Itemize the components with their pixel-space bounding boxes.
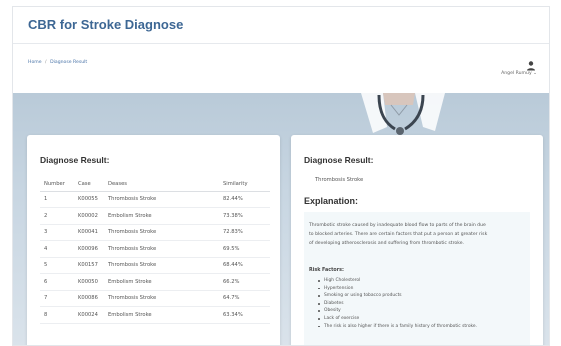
column-header-deases: Deases bbox=[104, 177, 219, 192]
list-item: Lack of exercise bbox=[318, 315, 477, 323]
app-window: CBR for Stroke Diagnose Home / Diagnose … bbox=[12, 6, 550, 346]
cell-similarity: 82.44% bbox=[219, 191, 270, 208]
similar-cases-card: Diagnose Result: Number Case Deases Simi… bbox=[27, 135, 280, 345]
column-header-number: Number bbox=[40, 177, 74, 192]
cell-disease: Thrombosis Stroke bbox=[104, 224, 219, 241]
list-item: Obesity bbox=[318, 307, 477, 315]
cell-case: K00002 bbox=[74, 207, 104, 225]
diagnosis-title: Diagnose Result: bbox=[304, 155, 374, 165]
cell-disease: Thrombosis Stroke bbox=[104, 240, 219, 258]
table-header-row: Number Case Deases Similarity bbox=[40, 177, 270, 192]
table-row: 1 K00055 Thrombosis Stroke 82.44% bbox=[40, 191, 270, 208]
table-row: 5 K00157 Thrombosis Stroke 68.44% bbox=[40, 257, 270, 274]
cell-number: 3 bbox=[40, 224, 74, 241]
list-item: High Cholesterol bbox=[318, 277, 477, 285]
cell-number: 4 bbox=[40, 240, 74, 258]
results-title: Diagnose Result: bbox=[40, 155, 110, 165]
list-item: Smoking or using tobacco products bbox=[318, 292, 477, 300]
cell-disease: Embolism Stroke bbox=[104, 207, 219, 225]
cell-case: K00024 bbox=[74, 306, 104, 324]
cell-case: K00157 bbox=[74, 257, 104, 274]
cell-number: 2 bbox=[40, 207, 74, 225]
cell-similarity: 63.34% bbox=[219, 306, 270, 324]
breadcrumb-home-link[interactable]: Home bbox=[28, 60, 42, 65]
table-row: 8 K00024 Embolism Stroke 63.34% bbox=[40, 306, 270, 324]
header-divider bbox=[13, 43, 549, 44]
list-item: Diabetes bbox=[318, 300, 477, 308]
cell-disease: Thrombosis Stroke bbox=[104, 191, 219, 208]
column-header-similarity: Similarity bbox=[219, 177, 270, 192]
cell-case: K00041 bbox=[74, 224, 104, 241]
breadcrumb-current: Diagnose Result bbox=[50, 60, 88, 65]
cell-disease: Thrombosis Stroke bbox=[104, 290, 219, 307]
cell-disease: Embolism Stroke bbox=[104, 306, 219, 324]
risk-factors-list: High Cholesterol Hypertension Smoking or… bbox=[318, 277, 477, 330]
cell-disease: Embolism Stroke bbox=[104, 273, 219, 291]
cell-number: 8 bbox=[40, 306, 74, 324]
cell-similarity: 69.5% bbox=[219, 240, 270, 258]
table-row: 4 K00096 Thrombosis Stroke 69.5% bbox=[40, 240, 270, 258]
cell-similarity: 72.83% bbox=[219, 224, 270, 241]
table-row: 3 K00041 Thrombosis Stroke 72.83% bbox=[40, 224, 270, 241]
cell-case: K00086 bbox=[74, 290, 104, 307]
app-title: CBR for Stroke Diagnose bbox=[28, 17, 184, 32]
cell-number: 5 bbox=[40, 257, 74, 274]
cell-case: K00050 bbox=[74, 273, 104, 291]
risk-factors-title: Risk Factors: bbox=[309, 268, 344, 273]
user-menu[interactable]: Angel Rumuy ⌄ bbox=[501, 57, 537, 76]
list-item: Hypertension bbox=[318, 285, 477, 293]
table-row: 2 K00002 Embolism Stroke 73.38% bbox=[40, 207, 270, 225]
cell-number: 7 bbox=[40, 290, 74, 307]
explanation-panel: Thrombotic stroke caused by inadequate b… bbox=[304, 212, 530, 345]
cell-disease: Thrombosis Stroke bbox=[104, 257, 219, 274]
breadcrumb: Home / Diagnose Result bbox=[28, 60, 87, 65]
user-icon bbox=[525, 57, 537, 71]
cell-similarity: 64.7% bbox=[219, 290, 270, 307]
table-row: 7 K00086 Thrombosis Stroke 64.7% bbox=[40, 290, 270, 307]
list-item: The risk is also higher if there is a fa… bbox=[318, 323, 477, 331]
cell-similarity: 73.38% bbox=[219, 207, 270, 225]
explanation-title: Explanation: bbox=[304, 196, 359, 206]
cell-similarity: 66.2% bbox=[219, 273, 270, 291]
diagnosis-card: Diagnose Result: Thrombosis Stroke Expla… bbox=[291, 135, 543, 345]
cell-case: K00055 bbox=[74, 191, 104, 208]
breadcrumb-separator: / bbox=[45, 60, 47, 65]
column-header-case: Case bbox=[74, 177, 104, 192]
cell-number: 1 bbox=[40, 191, 74, 208]
similar-cases-table: Number Case Deases Similarity 1 K00055 T… bbox=[40, 177, 270, 324]
diagnosis-value: Thrombosis Stroke bbox=[315, 177, 364, 183]
table-row: 6 K00050 Embolism Stroke 66.2% bbox=[40, 273, 270, 291]
cell-number: 6 bbox=[40, 273, 74, 291]
cell-similarity: 68.44% bbox=[219, 257, 270, 274]
cell-case: K00096 bbox=[74, 240, 104, 258]
explanation-text: Thrombotic stroke caused by inadequate b… bbox=[309, 223, 488, 246]
